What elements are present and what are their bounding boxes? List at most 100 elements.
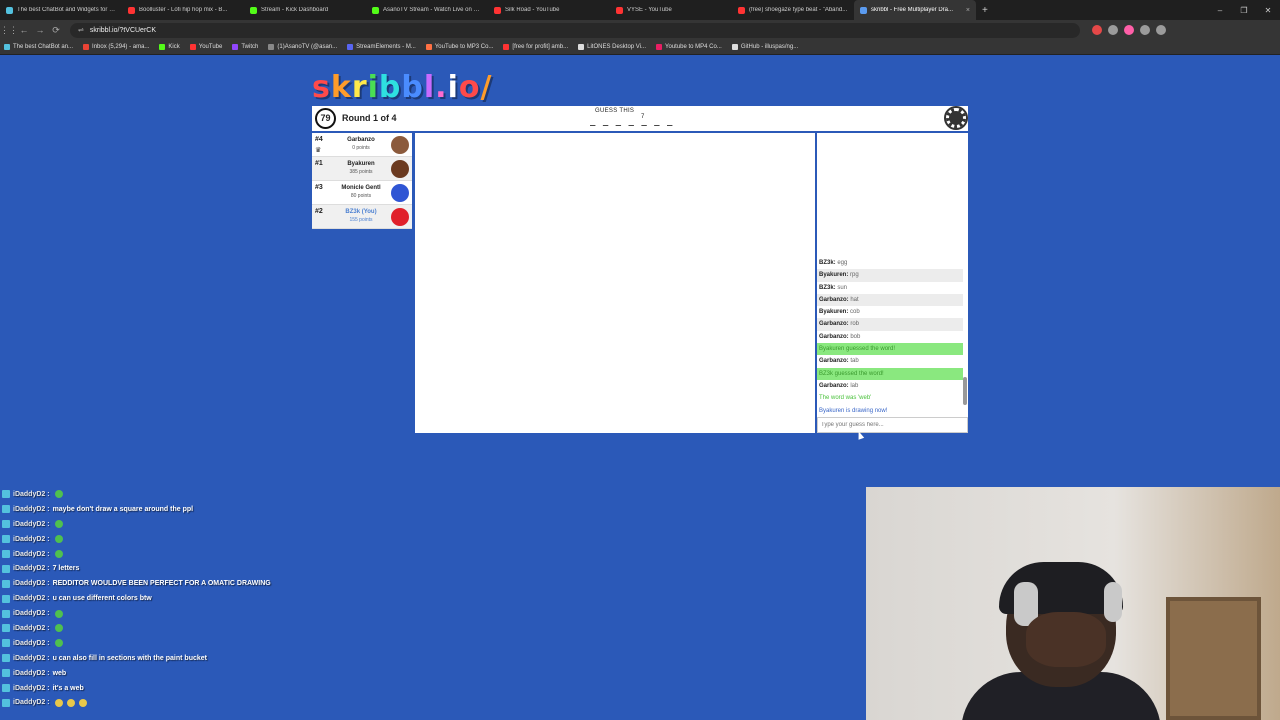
bookmark-label: YouTube to MP3 Co... — [434, 44, 494, 50]
back-icon[interactable]: ← — [16, 25, 32, 35]
apps-icon[interactable]: ⋮⋮ — [0, 25, 18, 36]
drawing-canvas[interactable] — [415, 133, 815, 433]
word-hint: _ _ _ _ _ _ _ — [590, 117, 674, 127]
site-info-icon[interactable]: ⇌ — [78, 26, 84, 34]
chat-text: lab — [850, 382, 859, 389]
webcam-person-hands — [1026, 612, 1106, 667]
extension-icon[interactable] — [1108, 25, 1118, 35]
logo-letter: . — [435, 70, 448, 105]
bookmark-favicon-icon — [347, 44, 354, 50]
bookmark-label: Kick — [168, 44, 180, 50]
platform-icon — [2, 698, 10, 707]
window-controls: – ❐ ✕ — [1208, 0, 1280, 20]
player-list: #4 Garbanzo 0 points ♛ #1 Byakuren 385 points #… — [312, 133, 412, 229]
player-avatar[interactable] — [391, 184, 409, 202]
tab-title: The best ChatBot and Widgets for K... — [17, 7, 116, 13]
bookmark-item[interactable]: Twitch — [232, 44, 258, 50]
platform-icon — [2, 490, 10, 499]
chat-message-text: it's a web — [52, 684, 84, 692]
chat-panel: BZ3k: egg Byakuren: rpg BZ3k: sun Garbanzo:… — [817, 133, 968, 433]
browser-tab[interactable]: VYSE - YouTube — [610, 0, 732, 20]
bookmark-item[interactable]: The best ChatBot an... — [4, 44, 73, 50]
player-avatar[interactable] — [391, 160, 409, 178]
emote-icon — [54, 490, 63, 499]
player-row: #4 Garbanzo 0 points ♛ — [312, 133, 412, 157]
tab-close-icon[interactable]: × — [966, 7, 970, 14]
platform-icon — [2, 550, 10, 558]
bookmark-label: The best ChatBot an... — [13, 44, 74, 50]
reload-icon[interactable]: ⟳ — [48, 25, 64, 36]
browser-tab[interactable]: Boolluster - Lofi hip hop mix - B... — [122, 0, 244, 20]
browser-tab[interactable]: (free) shoegaze type beat - "Aband... — [732, 0, 854, 20]
browser-tab[interactable]: Silk Road - YouTube — [488, 0, 610, 20]
browser-tab[interactable]: AsanoTV Stream - Watch Live on Kick — [366, 0, 488, 20]
address-bar[interactable]: ⇌ skribbl.io/?tVCUerCK — [70, 22, 1080, 38]
browser-toolbar: ⋮⋮ ← → ⟳ ⇌ skribbl.io/?tVCUerCK — [0, 20, 1280, 40]
bookmark-item[interactable]: (1)AsanoTV (@asan... — [268, 44, 337, 50]
settings-gear-icon[interactable] — [944, 106, 968, 130]
chat-text: hat — [850, 296, 859, 303]
stream-chat-line: iDaddyD2 : it's a web — [0, 681, 440, 696]
bookmark-label: LitONES Desktop Vi... — [587, 44, 647, 50]
browser-tab[interactable]: The best ChatBot and Widgets for K... — [0, 0, 122, 20]
chat-message: BZ3k: egg — [817, 257, 963, 269]
chat-system-text: BZ3k guessed the word! — [819, 370, 884, 377]
bookmark-label: Twitch — [241, 44, 259, 50]
chat-scrollbar[interactable] — [963, 257, 967, 413]
bookmark-item[interactable]: YouTube — [189, 44, 222, 50]
bookmark-item[interactable]: StreamElements - M... — [347, 44, 416, 50]
maximize-button[interactable]: ❐ — [1232, 6, 1256, 15]
player-name: Monicle Gentl — [341, 185, 381, 191]
chat-username: iDaddyD2 : — [13, 505, 50, 513]
bookmark-item[interactable]: GitHub - illuspas/ng... — [731, 44, 798, 50]
tab-favicon-icon — [738, 6, 745, 14]
bookmark-favicon-icon — [578, 44, 585, 50]
new-tab-button[interactable]: + — [976, 5, 994, 16]
minimize-button[interactable]: – — [1208, 6, 1232, 15]
bookmark-item[interactable]: LitONES Desktop Vi... — [578, 44, 646, 50]
tab-title: Silk Road - YouTube — [505, 7, 560, 13]
bookmark-item[interactable]: Kick — [159, 44, 180, 50]
profile-icon[interactable] — [1156, 25, 1166, 35]
word-length: 7 — [641, 114, 645, 120]
player-row: #2 BZ3k (You) 155 points — [312, 205, 412, 229]
bookmark-favicon-icon — [4, 44, 10, 50]
chat-username: iDaddyD2 : — [13, 595, 50, 603]
extension-icon[interactable] — [1140, 25, 1150, 35]
chat-message-text: maybe don't draw a square around the ppl — [52, 505, 194, 513]
player-avatar[interactable] — [391, 136, 409, 154]
guess-input[interactable] — [817, 417, 968, 433]
chat-sender: Byakuren: — [819, 272, 849, 279]
forward-icon[interactable]: → — [32, 25, 48, 35]
platform-icon — [2, 505, 10, 514]
url-text: skribbl.io/?tVCUerCK — [89, 26, 157, 34]
chat-text: bob — [850, 333, 861, 340]
player-avatar[interactable] — [391, 208, 409, 226]
extension-icon[interactable] — [1124, 25, 1134, 35]
chat-sender: Garbanzo: — [819, 296, 849, 303]
bookmark-favicon-icon — [268, 44, 275, 50]
platform-icon — [2, 639, 10, 648]
emote-icon — [66, 698, 75, 707]
chat-system-text: Byakuren is drawing now! — [819, 407, 888, 414]
stream-chat-line: iDaddyD2 : — [0, 547, 440, 562]
browser-tab[interactable]: skribbl - Free Multiplayer Dra... × — [854, 0, 976, 20]
scrollbar-thumb[interactable] — [963, 377, 967, 405]
bookmark-favicon-icon — [503, 44, 510, 50]
stream-chat-line: iDaddyD2 : maybe don't draw a square arou… — [0, 502, 440, 517]
bookmark-item[interactable]: Inbox (5,294) - ama... — [83, 44, 149, 50]
tab-favicon-icon — [616, 6, 623, 14]
bookmark-item[interactable]: [free for profit] amb... — [503, 44, 568, 50]
platform-icon — [2, 520, 10, 529]
chat-message: Garbanzo: rob — [817, 318, 963, 331]
extension-icon[interactable] — [1092, 25, 1102, 35]
stream-chat-line: iDaddyD2 : — [0, 517, 440, 532]
close-window-button[interactable]: ✕ — [1256, 6, 1280, 15]
bookmark-item[interactable]: Youtube to MP4 Co... — [656, 44, 722, 50]
headphone-right — [1104, 582, 1122, 622]
player-rank: #2 — [315, 208, 323, 215]
chat-text: cob — [850, 309, 860, 316]
bookmark-item[interactable]: YouTube to MP3 Co... — [425, 44, 494, 50]
browser-tab[interactable]: Stream - Kick Dashboard — [244, 0, 366, 20]
stream-chat-line: iDaddyD2 : — [0, 606, 440, 621]
